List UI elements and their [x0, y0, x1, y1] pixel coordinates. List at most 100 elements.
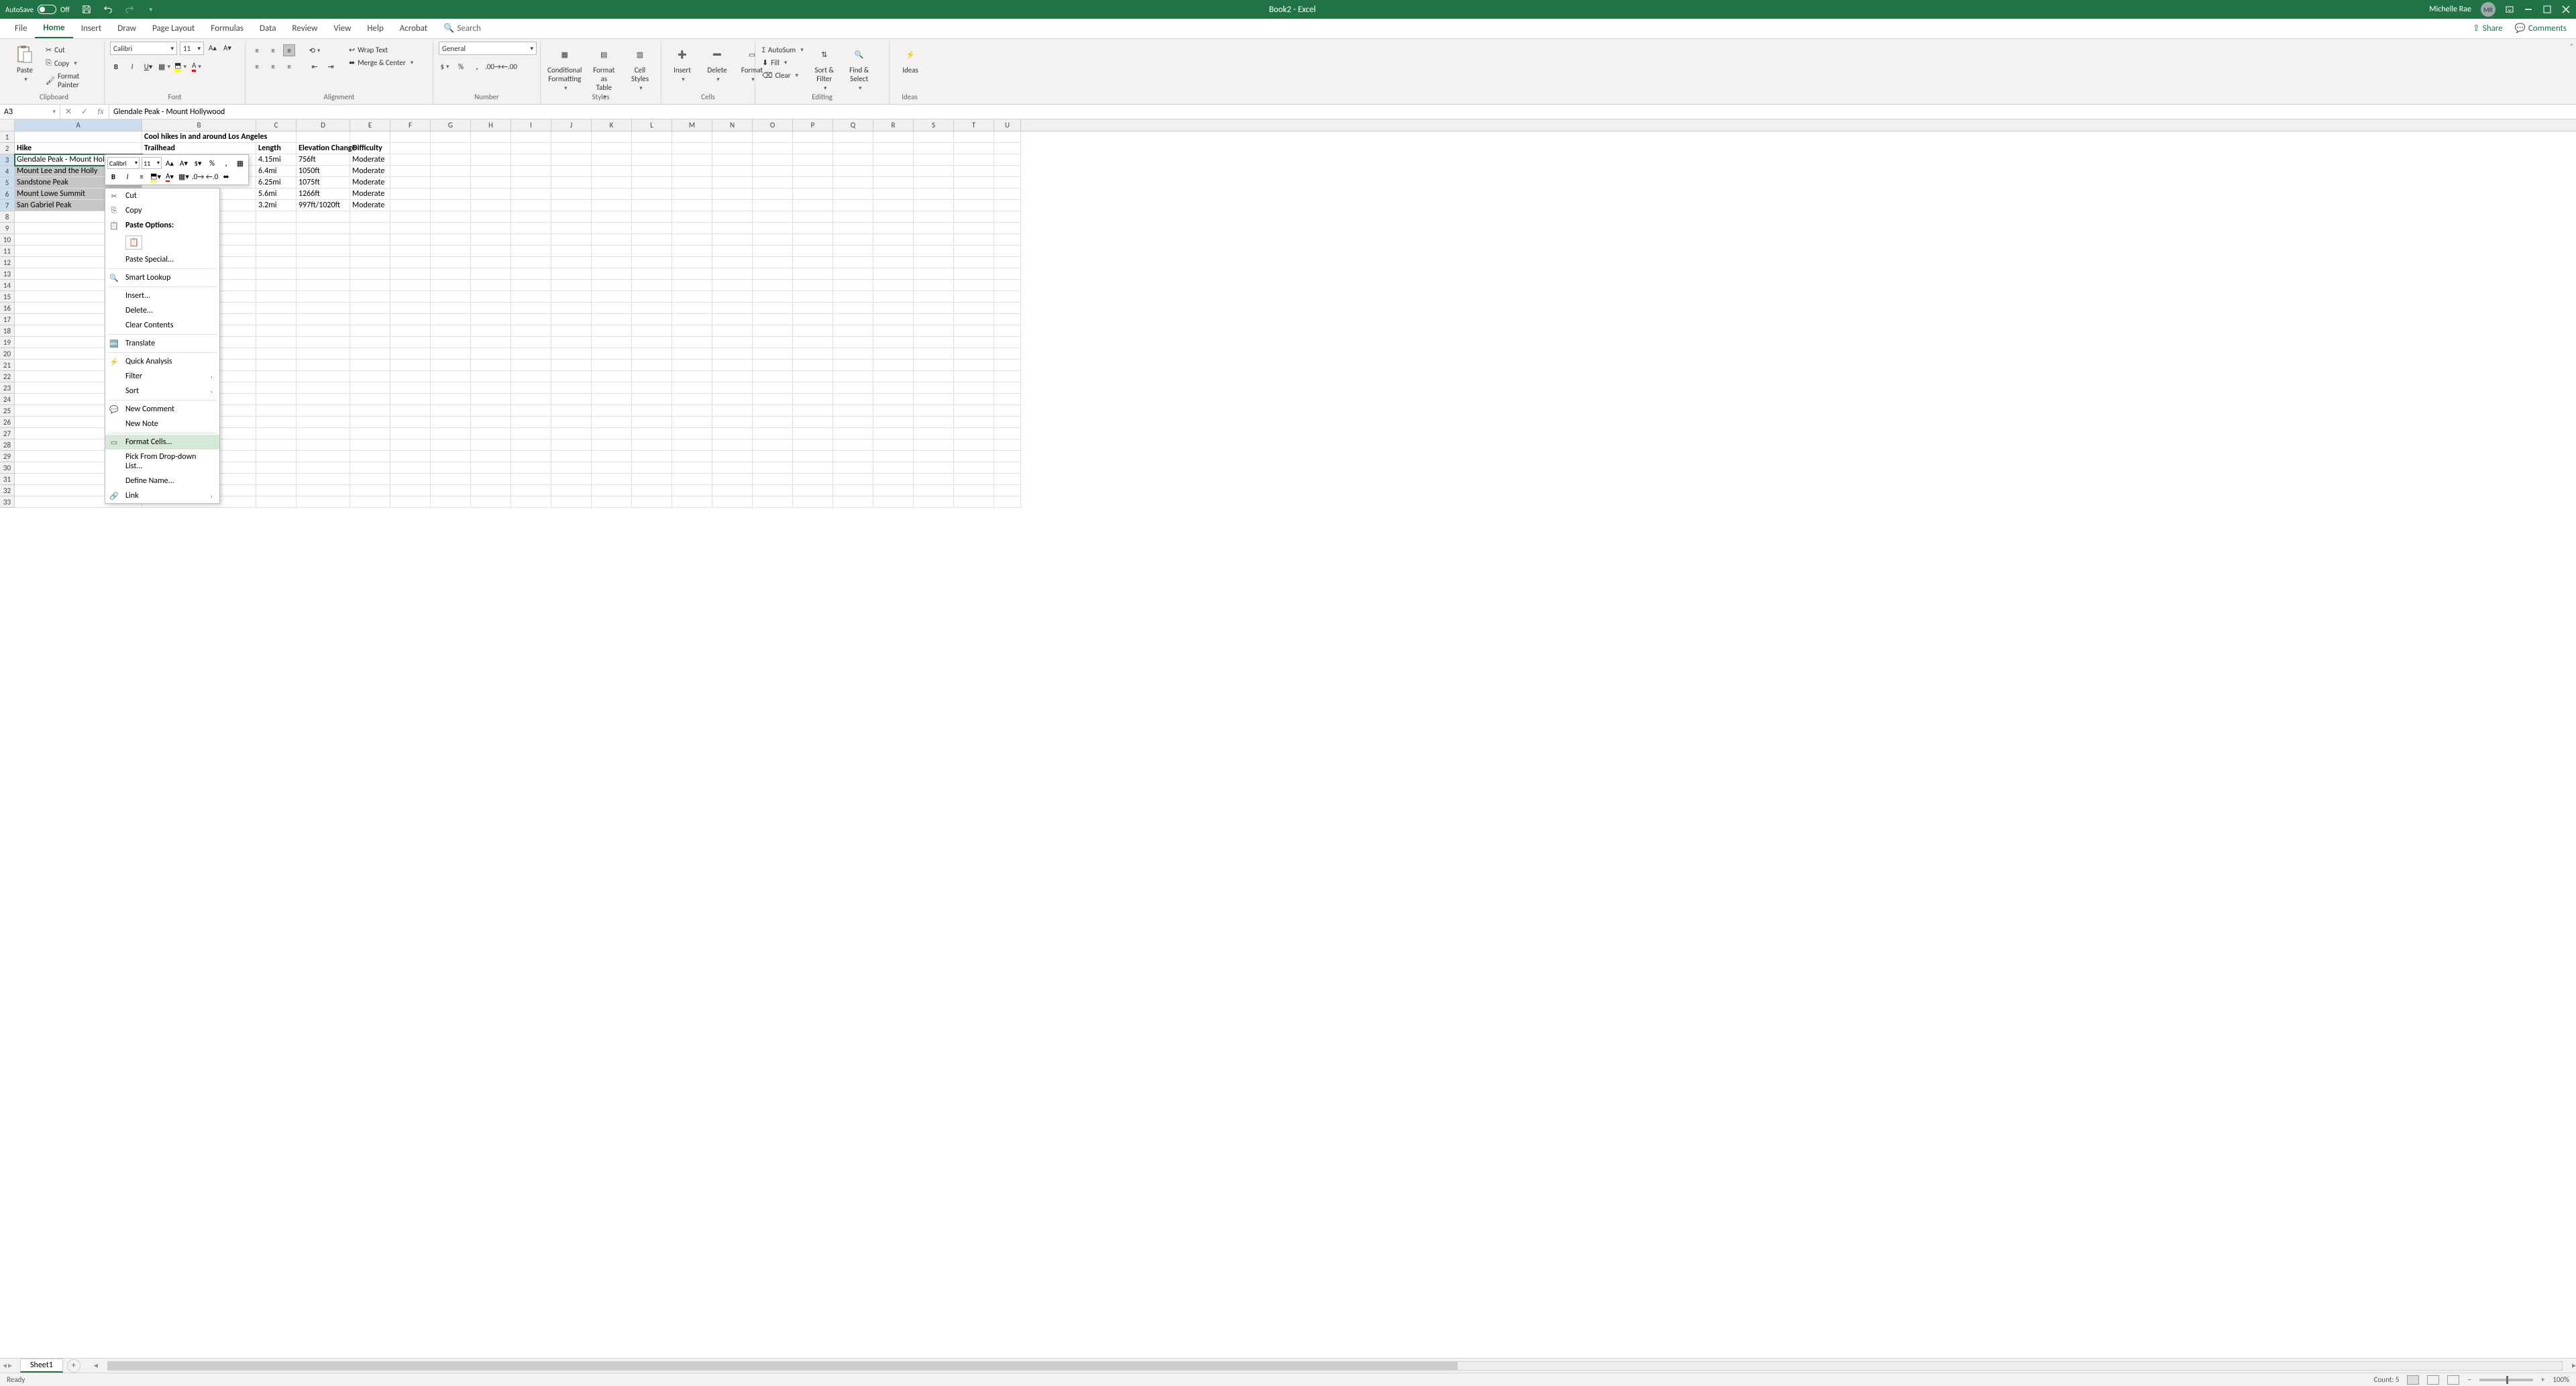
cell-Q24[interactable] [833, 394, 873, 405]
cell-S6[interactable] [914, 189, 954, 200]
cell-L29[interactable] [632, 451, 672, 462]
zoom-slider[interactable] [2479, 1379, 2533, 1381]
increase-font-icon[interactable]: A▴ [207, 42, 219, 54]
mini-merge-icon[interactable]: ⬌ [220, 170, 232, 182]
cell-R30[interactable] [873, 462, 914, 474]
cell-M23[interactable] [672, 382, 712, 394]
cell-N33[interactable] [712, 496, 753, 508]
cell-H14[interactable] [471, 280, 511, 291]
cell-U9[interactable] [994, 223, 1021, 234]
cell-I22[interactable] [511, 371, 551, 382]
cell-I6[interactable] [511, 189, 551, 200]
cell-N7[interactable] [712, 200, 753, 211]
cell-S22[interactable] [914, 371, 954, 382]
cell-C6[interactable]: 5.6mi [256, 189, 297, 200]
cell-G28[interactable] [431, 439, 471, 451]
align-middle-icon[interactable]: ≡ [267, 44, 279, 56]
row-header-30[interactable]: 30 [0, 462, 15, 474]
cell-D31[interactable] [297, 474, 350, 485]
cell-N16[interactable] [712, 303, 753, 314]
cell-R26[interactable] [873, 417, 914, 428]
column-header-H[interactable]: H [471, 119, 511, 131]
row-header-10[interactable]: 10 [0, 234, 15, 246]
cell-N1[interactable] [712, 131, 753, 143]
cell-M10[interactable] [672, 234, 712, 246]
fill-color-button[interactable]: ⬒ [174, 60, 186, 72]
cell-U24[interactable] [994, 394, 1021, 405]
cell-L25[interactable] [632, 405, 672, 417]
minimize-icon[interactable] [2524, 5, 2533, 14]
row-header-32[interactable]: 32 [0, 485, 15, 496]
cut-button[interactable]: ✂Cut [44, 44, 99, 56]
conditional-formatting-button[interactable]: ▦Conditional Formatting [546, 42, 583, 95]
cell-J2[interactable] [551, 143, 592, 154]
cell-D33[interactable] [297, 496, 350, 508]
mini-font-color-icon[interactable]: A▾ [164, 170, 176, 182]
cell-Q7[interactable] [833, 200, 873, 211]
column-header-R[interactable]: R [873, 119, 914, 131]
cell-E22[interactable] [350, 371, 390, 382]
cell-U18[interactable] [994, 325, 1021, 337]
row-header-20[interactable]: 20 [0, 348, 15, 360]
page-layout-view-icon[interactable] [2427, 1375, 2439, 1385]
row-header-15[interactable]: 15 [0, 291, 15, 303]
mini-dec-decimal-icon[interactable]: ←.0 [206, 170, 218, 182]
ctx-filter[interactable]: Filter› [105, 369, 219, 384]
cell-M14[interactable] [672, 280, 712, 291]
cell-I4[interactable] [511, 166, 551, 177]
cell-M5[interactable] [672, 177, 712, 189]
cell-D10[interactable] [297, 234, 350, 246]
collapse-ribbon-icon[interactable]: ˄ [2570, 42, 2573, 50]
cell-I20[interactable] [511, 348, 551, 360]
cell-O22[interactable] [753, 371, 793, 382]
cell-M19[interactable] [672, 337, 712, 348]
cell-E30[interactable] [350, 462, 390, 474]
column-header-F[interactable]: F [390, 119, 431, 131]
cell-S17[interactable] [914, 314, 954, 325]
cell-I12[interactable] [511, 257, 551, 268]
cell-J6[interactable] [551, 189, 592, 200]
cell-T13[interactable] [954, 268, 994, 280]
cell-R5[interactable] [873, 177, 914, 189]
cell-D11[interactable] [297, 246, 350, 257]
cell-I26[interactable] [511, 417, 551, 428]
cell-R4[interactable] [873, 166, 914, 177]
cell-R18[interactable] [873, 325, 914, 337]
row-header-29[interactable]: 29 [0, 451, 15, 462]
cell-H5[interactable] [471, 177, 511, 189]
cell-C20[interactable] [256, 348, 297, 360]
cell-T1[interactable] [954, 131, 994, 143]
cell-P12[interactable] [793, 257, 833, 268]
cell-P19[interactable] [793, 337, 833, 348]
cell-E3[interactable]: Moderate [350, 154, 390, 166]
cell-T2[interactable] [954, 143, 994, 154]
cell-D17[interactable] [297, 314, 350, 325]
cell-U10[interactable] [994, 234, 1021, 246]
cell-C21[interactable] [256, 360, 297, 371]
cell-K30[interactable] [592, 462, 632, 474]
cell-D8[interactable] [297, 211, 350, 223]
cell-S26[interactable] [914, 417, 954, 428]
cell-P15[interactable] [793, 291, 833, 303]
cell-R7[interactable] [873, 200, 914, 211]
cell-F3[interactable] [390, 154, 431, 166]
cell-N22[interactable] [712, 371, 753, 382]
cell-O23[interactable] [753, 382, 793, 394]
cell-J29[interactable] [551, 451, 592, 462]
cell-F29[interactable] [390, 451, 431, 462]
cell-D16[interactable] [297, 303, 350, 314]
cell-O25[interactable] [753, 405, 793, 417]
cell-E31[interactable] [350, 474, 390, 485]
cell-G5[interactable] [431, 177, 471, 189]
cell-C8[interactable] [256, 211, 297, 223]
cell-H11[interactable] [471, 246, 511, 257]
enter-formula-icon[interactable]: ✓ [76, 107, 93, 117]
bold-button[interactable]: B [110, 60, 122, 72]
cell-Q33[interactable] [833, 496, 873, 508]
maximize-icon[interactable] [2542, 5, 2552, 14]
cell-G8[interactable] [431, 211, 471, 223]
cell-J25[interactable] [551, 405, 592, 417]
cell-I29[interactable] [511, 451, 551, 462]
cell-Q8[interactable] [833, 211, 873, 223]
align-bottom-icon[interactable]: ≡ [283, 44, 295, 56]
